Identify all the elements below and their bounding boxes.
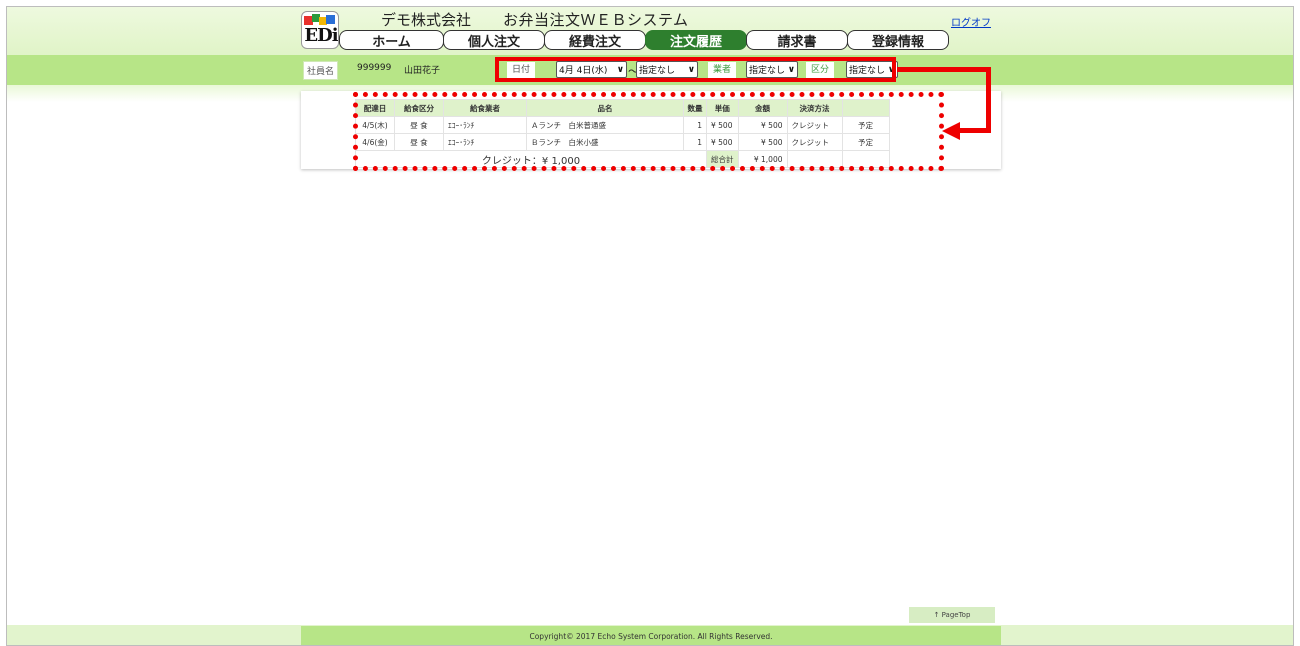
copyright-footer: Copyright© 2017 Echo System Corporation.…	[301, 626, 1001, 645]
footer-column: ↑ PageTop	[301, 7, 1001, 645]
app-frame: EDi デモ株式会社 お弁当注文ＷＥＢシステム ログオフ ホーム 個人注文 経費…	[6, 6, 1294, 646]
page-top-button[interactable]: ↑ PageTop	[909, 607, 995, 623]
